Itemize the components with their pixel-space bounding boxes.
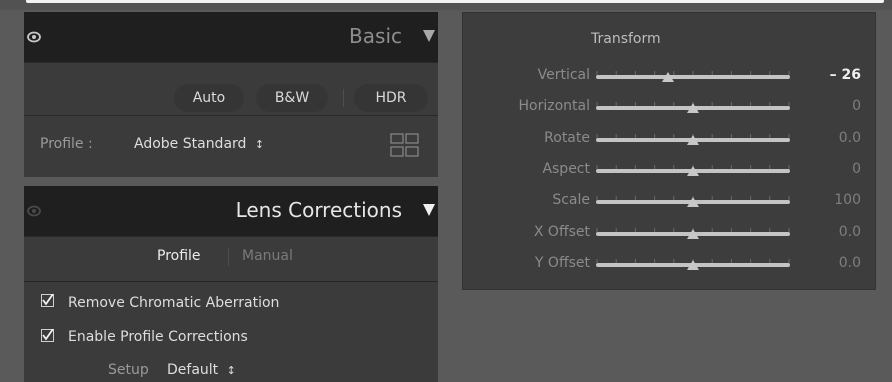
setup-label: Setup [108, 362, 149, 378]
eye-icon[interactable] [27, 205, 41, 217]
profile-browser-grid-icon[interactable] [390, 133, 420, 157]
top-strip [0, 0, 892, 10]
collapse-triangle-icon[interactable] [423, 30, 435, 42]
hdr-button[interactable]: HDR [354, 84, 428, 112]
slider-track[interactable] [596, 258, 790, 270]
profile-label: Profile : [40, 136, 93, 152]
slider-value[interactable]: 100 [834, 192, 861, 208]
lens-corrections-title: Lens Corrections [235, 198, 402, 222]
lens-corrections-header[interactable]: Lens Corrections [24, 186, 438, 236]
slider-value[interactable]: 0 [852, 161, 861, 177]
slider-value[interactable]: 0 [852, 98, 861, 114]
slider-thumb[interactable] [687, 197, 699, 208]
slider-track[interactable] [596, 71, 790, 82]
basic-panel: Basic Auto B&W HDR Profile : Adobe Stand… [24, 12, 438, 177]
remove-ca-label[interactable]: Remove Chromatic Aberration [68, 295, 279, 311]
lens-corrections-panel: Lens Corrections Profile Manual Remove C… [24, 186, 438, 382]
top-strip-edge [26, 0, 884, 3]
slider-track[interactable] [596, 102, 790, 114]
slider-thumb[interactable] [687, 228, 699, 239]
slider-value[interactable]: 0.0 [839, 255, 861, 271]
slider-label: Y Offset [534, 254, 590, 271]
bw-button[interactable]: B&W [256, 84, 328, 112]
slider-track[interactable] [596, 227, 790, 239]
profile-value: Adobe Standard [134, 136, 247, 152]
setup-select[interactable]: Default ↕ [167, 362, 236, 378]
slider-label: Vertical [537, 67, 590, 83]
divider [24, 62, 438, 63]
slider-row: Aspect 0 [463, 159, 877, 181]
eye-icon[interactable] [27, 31, 41, 43]
basic-panel-header[interactable]: Basic [24, 12, 438, 62]
slider-row: Vertical – 26 [463, 65, 877, 87]
slider-track[interactable] [596, 196, 790, 208]
slider-row: Scale 100 [463, 190, 877, 212]
slider-row: Y Offset 0.0 [463, 253, 877, 275]
slider-value[interactable]: 0.0 [839, 130, 861, 146]
slider-label: Aspect [542, 160, 590, 177]
slider-thumb[interactable] [687, 165, 699, 176]
tab-manual[interactable]: Manual [242, 248, 293, 264]
slider-thumb[interactable] [687, 259, 699, 270]
auto-button[interactable]: Auto [174, 84, 244, 112]
setup-value: Default [167, 362, 219, 378]
slider-track[interactable] [596, 133, 790, 145]
collapse-triangle-icon[interactable] [423, 204, 435, 216]
enable-profile-label[interactable]: Enable Profile Corrections [68, 329, 248, 345]
checkbox-checked-icon[interactable] [41, 329, 54, 342]
up-down-chevron-icon: ↕ [254, 138, 265, 151]
slider-row: X Offset 0.0 [463, 222, 877, 244]
tab-profile[interactable]: Profile [157, 248, 201, 264]
divider [24, 281, 438, 282]
divider [24, 236, 438, 237]
slider-thumb[interactable] [661, 72, 674, 82]
slider-value[interactable]: 0.0 [839, 224, 861, 240]
slider-label: X Offset [533, 223, 590, 240]
checkbox-checked-icon[interactable] [41, 294, 54, 307]
slider-thumb[interactable] [687, 103, 699, 114]
slider-thumb[interactable] [687, 134, 699, 145]
slider-value[interactable]: – 26 [830, 67, 861, 83]
slider-label: Rotate [544, 129, 590, 146]
divider [24, 115, 438, 116]
slider-label: Scale [552, 192, 590, 209]
up-down-chevron-icon: ↕ [226, 364, 236, 377]
profile-select[interactable]: Adobe Standard ↕ [134, 136, 264, 152]
tab-divider [228, 248, 229, 266]
slider-ticks [596, 71, 790, 75]
transform-panel: Transform Vertical – 26 Horizontal 0 Rotate 0… [462, 12, 876, 290]
slider-row: Rotate 0.0 [463, 128, 877, 150]
slider-track[interactable] [596, 164, 790, 176]
basic-panel-title: Basic [349, 24, 402, 48]
slider-row: Horizontal 0 [463, 96, 877, 118]
slider-label: Horizontal [518, 98, 590, 115]
transform-title: Transform [591, 31, 661, 47]
button-divider [343, 89, 344, 107]
